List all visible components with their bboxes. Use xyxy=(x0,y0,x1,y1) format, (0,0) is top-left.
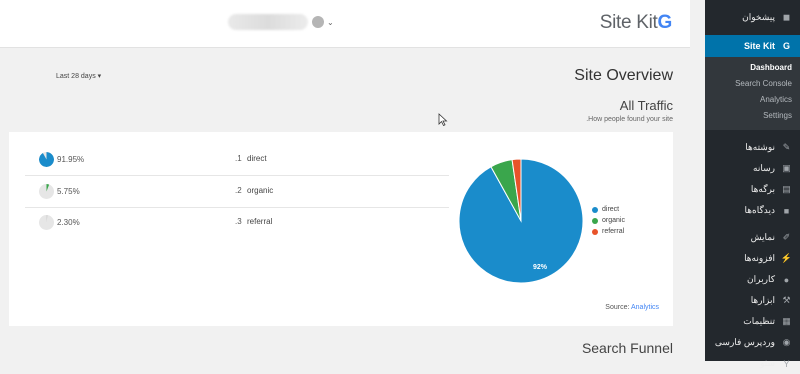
menu-item-label: Site Kit xyxy=(743,41,775,51)
submenu-search-console[interactable]: Search Console xyxy=(705,76,800,92)
mini-pie-slice xyxy=(39,152,54,167)
rank-number: .2 xyxy=(235,186,242,195)
menu-item-label: رسانه xyxy=(753,163,775,173)
menu-item-label: نمایش xyxy=(750,232,775,242)
sitekit-header-bar: ⌄ Site KitG xyxy=(0,0,690,48)
comments-icon: ■ xyxy=(783,205,790,216)
logo-text: Site Kit xyxy=(599,12,658,33)
search-funnel-title: Search Funnel xyxy=(581,340,673,356)
legend-label: organic xyxy=(602,217,625,224)
legend-item[interactable]: organic xyxy=(592,215,625,226)
menu-item-label: پیشخوان xyxy=(742,11,775,22)
all-traffic-card: 91.95% .1 direct 5.75% .2 organic 2.30% … xyxy=(9,132,673,326)
date-range-selector[interactable]: Last 28 days ▾ xyxy=(56,72,101,80)
rank-number: .3 xyxy=(235,217,242,226)
legend-label: referral xyxy=(602,228,625,235)
users-icon: ● xyxy=(783,274,790,285)
page-title: Site Overview xyxy=(574,67,673,84)
menu-item-seo[interactable]: Y سئو xyxy=(705,353,800,374)
table-row[interactable]: 5.75% .2 organic xyxy=(25,177,449,208)
mouse-cursor-icon xyxy=(438,113,448,127)
appearance-icon: ✐ xyxy=(782,232,791,242)
mini-pie-slice xyxy=(46,215,48,223)
legend-dot-icon xyxy=(592,206,598,213)
dashboard-icon: ◼ xyxy=(782,11,791,22)
traffic-pie-chart[interactable]: 92% xyxy=(456,156,586,286)
date-range-label: Last 28 days xyxy=(56,73,96,80)
menu-item-comments[interactable]: ■ دیدگاه‌ها xyxy=(705,200,800,221)
analytics-link[interactable]: Analytics xyxy=(631,304,659,311)
percent-value: 5.75% xyxy=(57,187,80,196)
menu-item-users[interactable]: ● کاربران xyxy=(705,269,800,290)
section-subtitle: How people found your site. xyxy=(586,116,673,123)
site-kit-submenu: Dashboard Search Console Analytics Setti… xyxy=(705,57,800,130)
chevron-down-icon: ▾ xyxy=(97,73,102,80)
mini-pie-icon xyxy=(39,215,54,230)
account-name-blurred xyxy=(228,14,308,30)
legend-dot-icon xyxy=(592,217,598,224)
menu-item-pages[interactable]: ▤ برگه‌ها xyxy=(705,179,800,200)
menu-item-label: نوشته‌ها xyxy=(745,142,775,152)
menu-item-label: سئو xyxy=(760,358,775,368)
mini-pie-slice xyxy=(46,184,50,192)
submenu-dashboard[interactable]: Dashboard xyxy=(705,60,800,76)
pin-icon: ✎ xyxy=(782,142,791,152)
menu-item-label: تنظیمات xyxy=(743,316,775,326)
rank-number: .1 xyxy=(235,154,242,163)
source-note: Source: Analytics xyxy=(605,304,659,311)
tools-icon: ⚒ xyxy=(782,295,791,305)
pages-icon: ▤ xyxy=(782,184,791,194)
menu-item-label: دیدگاه‌ها xyxy=(744,205,775,215)
percent-value: 91.95% xyxy=(57,155,85,164)
source-prefix: Source: xyxy=(605,304,631,311)
menu-item-appearance[interactable]: ✐ نمایش xyxy=(705,227,800,248)
menu-item-posts[interactable]: ✎ نوشته‌ها xyxy=(705,137,800,158)
google-g-icon: G xyxy=(657,12,673,33)
legend-item[interactable]: referral xyxy=(592,226,625,237)
menu-item-media[interactable]: ▣ رسانه xyxy=(705,158,800,179)
google-g-icon: G xyxy=(782,41,790,51)
settings-icon: ▦ xyxy=(782,316,791,326)
pie-data-label: 92% xyxy=(533,264,548,271)
wp-persian-icon: ◉ xyxy=(782,337,791,347)
section-title: All Traffic xyxy=(619,98,673,113)
menu-item-dashboard[interactable]: ◼ پیشخوان xyxy=(705,7,800,27)
table-row[interactable]: 2.30% .3 referral xyxy=(25,208,449,238)
legend-label: direct xyxy=(602,206,620,213)
site-kit-logo[interactable]: Site KitG xyxy=(599,12,673,34)
menu-item-label: برگه‌ها xyxy=(750,184,775,194)
menu-item-site-kit[interactable]: G Site Kit xyxy=(705,35,800,57)
admin-sidebar: ◼ پیشخوان G Site Kit Dashboard Search Co… xyxy=(705,0,800,369)
channel-label: direct xyxy=(247,154,267,163)
submenu-settings[interactable]: Settings xyxy=(705,108,800,124)
media-icon: ▣ xyxy=(782,163,791,173)
mini-pie-icon xyxy=(39,152,54,167)
plugins-icon: ⚡ xyxy=(780,253,793,263)
account-switcher[interactable]: ⌄ xyxy=(228,14,334,30)
menu-item-tools[interactable]: ⚒ ابزارها xyxy=(705,290,800,311)
table-row[interactable]: 91.95% .1 direct xyxy=(25,145,449,176)
submenu-analytics[interactable]: Analytics xyxy=(705,92,800,108)
chart-legend: direct organic referral xyxy=(592,204,625,237)
legend-dot-icon xyxy=(592,228,598,235)
menu-item-plugins[interactable]: ⚡ افزونه‌ها xyxy=(705,248,800,269)
channel-label: referral xyxy=(247,217,273,226)
menu-item-settings[interactable]: ▦ تنظیمات xyxy=(705,311,800,332)
menu-item-label: وردپرس فارسی xyxy=(714,337,775,347)
menu-item-label: افزونه‌ها xyxy=(744,253,775,263)
mini-pie-icon xyxy=(39,184,54,199)
legend-item[interactable]: direct xyxy=(592,204,625,215)
avatar[interactable] xyxy=(312,16,324,28)
menu-item-label: ابزارها xyxy=(750,295,775,305)
yoast-icon: Y xyxy=(783,358,790,369)
menu-item-label: کاربران xyxy=(747,274,775,284)
menu-item-wp-persian[interactable]: ◉ وردپرس فارسی xyxy=(705,332,800,353)
channel-label: organic xyxy=(247,186,274,195)
chevron-down-icon[interactable]: ⌄ xyxy=(327,18,334,27)
percent-value: 2.30% xyxy=(57,218,80,227)
